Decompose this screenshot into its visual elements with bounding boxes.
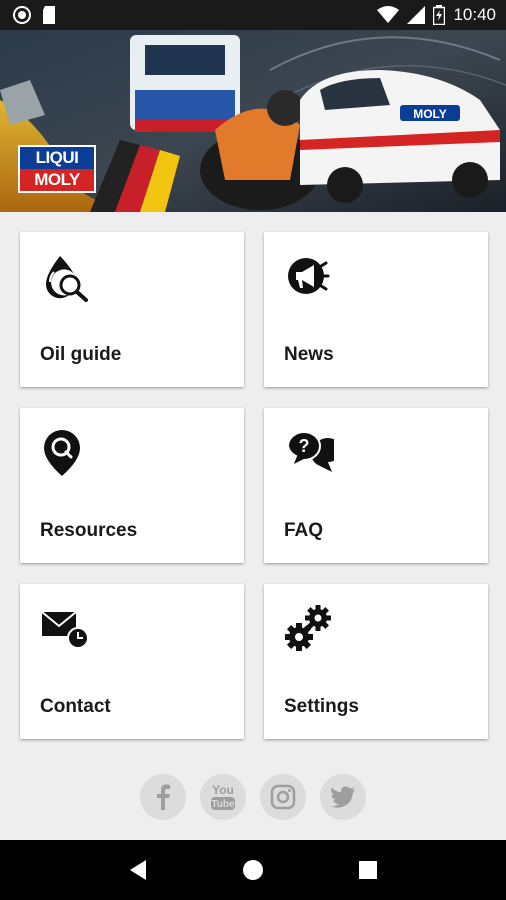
social-links: You Tube (0, 774, 506, 820)
recents-square-icon (359, 861, 378, 879)
facebook-button[interactable] (140, 774, 186, 820)
settings-label: Settings (284, 696, 359, 717)
car-badge-text: MOLY (413, 107, 447, 121)
contact-label: Contact (40, 696, 111, 717)
logo-line-1: LIQUI (20, 147, 94, 169)
signal-icon (407, 6, 426, 24)
instagram-icon (270, 784, 296, 810)
map-pin-search-icon (44, 430, 80, 476)
news-label: News (284, 344, 334, 365)
sd-card-icon (43, 6, 55, 24)
twitter-button[interactable] (320, 774, 366, 820)
back-button[interactable] (118, 850, 158, 890)
oil-guide-label: Oil guide (40, 344, 122, 365)
oil-guide-tile[interactable]: Oil guide (20, 232, 244, 387)
faq-tile[interactable]: ? FAQ (264, 408, 488, 563)
wifi-icon (377, 6, 400, 23)
oil-drop-search-icon (45, 256, 88, 302)
twitter-icon (330, 786, 355, 808)
resources-tile[interactable]: Resources (20, 408, 244, 563)
svg-text:You: You (212, 783, 234, 797)
resources-label: Resources (40, 520, 138, 541)
question-chat-icon: ? (286, 431, 334, 472)
home-circle-icon (242, 860, 263, 880)
battery-icon (433, 5, 446, 25)
svg-text:Tube: Tube (211, 799, 235, 810)
instagram-button[interactable] (260, 774, 306, 820)
svg-text:?: ? (299, 436, 310, 456)
megaphone-icon (288, 258, 330, 294)
back-triangle-icon (129, 860, 146, 880)
facebook-icon (157, 784, 170, 810)
contact-tile[interactable]: Contact (20, 584, 244, 739)
logo-line-2: MOLY (20, 169, 94, 191)
youtube-button[interactable]: You Tube (200, 774, 246, 820)
settings-tile[interactable]: Settings (264, 584, 488, 739)
news-tile[interactable]: News (264, 232, 488, 387)
mail-clock-icon (41, 611, 89, 649)
status-time: 10:40 (453, 5, 496, 24)
recents-button[interactable] (348, 850, 388, 890)
android-nav-bar (0, 840, 506, 900)
brand-logo: LIQUI MOLY (18, 145, 96, 193)
gears-icon (285, 605, 331, 651)
home-button[interactable] (233, 850, 273, 890)
youtube-icon: You Tube (211, 783, 235, 810)
status-bar: 10:40 (0, 0, 506, 30)
record-icon (13, 6, 31, 24)
faq-label: FAQ (284, 520, 324, 541)
